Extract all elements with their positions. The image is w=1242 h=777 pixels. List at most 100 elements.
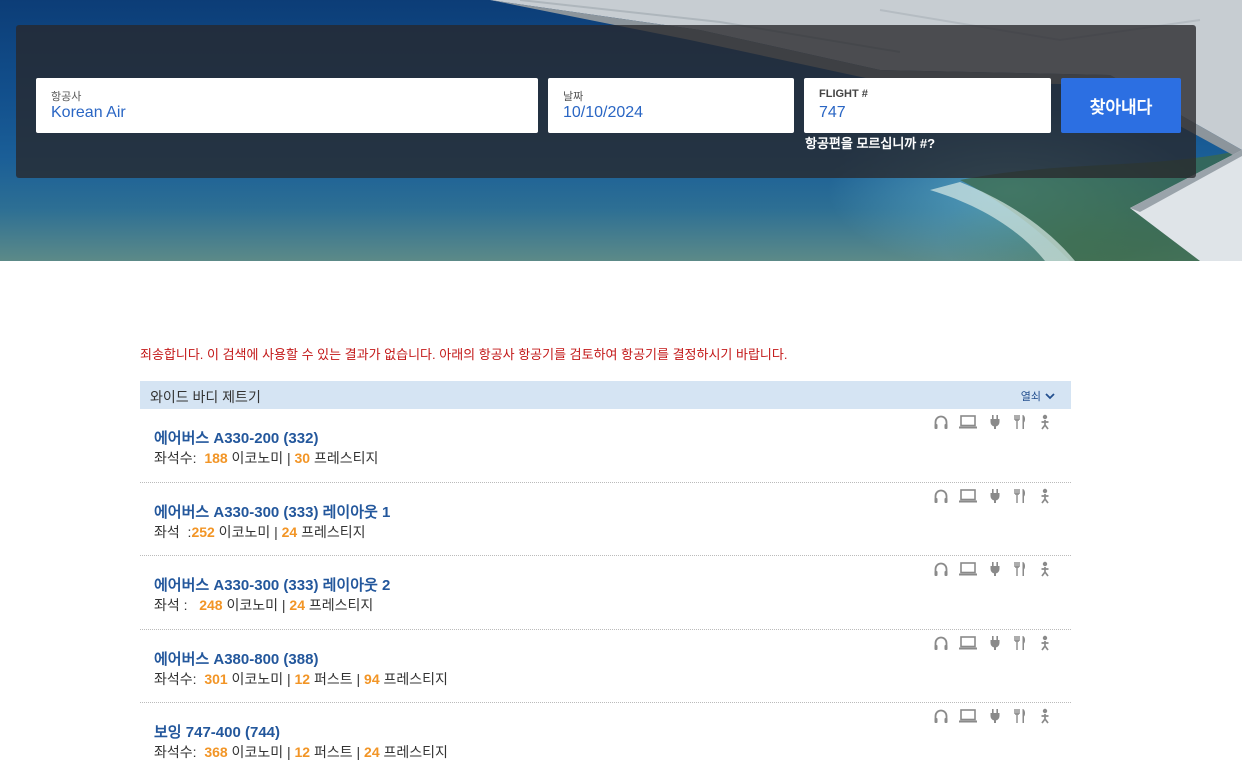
aircraft-list: 에어버스 A330-200 (332) 좌석수: 188 이코노미 | 30 프레…	[140, 409, 1071, 777]
seat-class-label: 이코노미	[227, 670, 284, 687]
seat-summary: 좌석수: 188 이코노미 | 30 프레스티지	[154, 448, 378, 468]
section-toggle[interactable]: 열쇠	[1021, 388, 1055, 404]
flight-number-field[interactable]: FLIGHT # 747	[804, 78, 1051, 133]
seat-count: 248	[199, 597, 223, 613]
seat-separator: |	[270, 523, 282, 540]
seat-class-label: 프레스티지	[305, 597, 374, 613]
section-toggle-label: 열쇠	[1020, 391, 1041, 403]
hero-banner: 항공사 Korean Air 날짜 10/10/2024 FLIGHT # 74…	[0, 0, 1242, 261]
amenity-icons	[933, 561, 1053, 577]
laptop-icon	[958, 414, 978, 430]
seat-class-label: 프레스티지	[379, 670, 448, 687]
fork-knife-icon	[1012, 488, 1028, 504]
seat-class-label: 프레스티지	[297, 523, 366, 540]
seat-count: 94	[364, 670, 380, 687]
fork-knife-icon	[1012, 708, 1028, 724]
seat-separator: |	[283, 450, 295, 466]
aircraft-row: 보잉 747-400 (744) 좌석수: 368 이코노미 | 12 퍼스트 |…	[140, 703, 1071, 777]
amenity-icons	[933, 635, 1053, 651]
airline-label: 항공사	[51, 91, 82, 103]
date-input[interactable]: 10/10/2024	[563, 104, 779, 122]
seat-icon	[1037, 635, 1053, 651]
seat-class-label: 프레스티지	[310, 450, 379, 466]
laptop-icon	[958, 561, 978, 577]
seat-separator: |	[278, 597, 290, 613]
seat-summary-label: 좌석수:	[154, 670, 205, 687]
laptop-icon	[958, 488, 978, 504]
search-button[interactable]: 찾아내다	[1061, 78, 1181, 133]
aircraft-section: 와이드 바디 제트기 열쇠 에어버스 A330-200 (332) 좌석수: 18…	[140, 381, 1071, 777]
seat-icon	[1037, 708, 1053, 724]
seat-summary-label: 좌석 :	[154, 597, 200, 613]
seat-count: 30	[294, 450, 311, 466]
airline-field[interactable]: 항공사 Korean Air	[36, 78, 538, 133]
amenity-icons	[933, 414, 1053, 430]
date-label: 날짜	[563, 91, 584, 103]
no-results-message: 죄송합니다. 이 검색에 사용할 수 있는 결과가 없습니다. 아래의 항공사 …	[140, 347, 788, 362]
seat-count: 301	[204, 670, 228, 687]
aircraft-name-link[interactable]: 에어버스 A330-300 (333) 레이아웃 1	[154, 501, 390, 522]
seat-separator: |	[283, 670, 295, 687]
seat-separator: |	[283, 744, 295, 760]
seat-icon	[1037, 561, 1053, 577]
seat-separator: |	[352, 744, 365, 760]
headphones-icon	[933, 414, 949, 430]
power-plug-icon	[987, 488, 1003, 504]
seat-icon	[1037, 488, 1053, 504]
fork-knife-icon	[1012, 414, 1028, 430]
seat-class-label: 프레스티지	[379, 744, 448, 760]
seat-count: 252	[191, 523, 215, 540]
aircraft-row: 에어버스 A330-300 (333) 레이아웃 2 좌석 : 248 이코노미 …	[140, 556, 1071, 630]
seat-count: 24	[289, 597, 305, 613]
headphones-icon	[933, 708, 949, 724]
flight-number-input[interactable]: 747	[819, 104, 1036, 122]
fork-knife-icon	[1012, 635, 1028, 651]
aircraft-row: 에어버스 A330-200 (332) 좌석수: 188 이코노미 | 30 프레…	[140, 409, 1071, 483]
seat-count: 24	[364, 744, 380, 760]
seat-count: 12	[294, 670, 311, 687]
seat-summary-label: 좌석수:	[154, 744, 205, 760]
aircraft-name-link[interactable]: 에어버스 A330-300 (333) 레이아웃 2	[154, 574, 390, 595]
seat-icon	[1037, 414, 1053, 430]
seat-summary: 좌석수: 301 이코노미 | 12 퍼스트 | 94 프레스티지	[154, 669, 448, 689]
aircraft-name-link[interactable]: 에어버스 A330-200 (332)	[154, 427, 318, 448]
seat-summary: 좌석수: 368 이코노미 | 12 퍼스트 | 24 프레스티지	[154, 742, 448, 762]
power-plug-icon	[987, 635, 1003, 651]
seat-class-label: 이코노미	[222, 597, 278, 613]
seat-count: 12	[294, 744, 311, 760]
aircraft-name-link[interactable]: 보잉 747-400 (744)	[154, 721, 280, 742]
seat-summary: 좌석 : 248 이코노미 | 24 프레스티지	[154, 595, 373, 615]
unknown-flight-link[interactable]: 항공편을 모르십니까 #?	[805, 133, 935, 152]
search-panel: 항공사 Korean Air 날짜 10/10/2024 FLIGHT # 74…	[16, 25, 1196, 178]
chevron-down-icon	[1045, 392, 1055, 399]
seat-separator: |	[352, 670, 365, 687]
seat-class-label: 퍼스트	[310, 670, 353, 687]
seat-class-label: 이코노미	[227, 744, 284, 760]
seat-count: 188	[204, 450, 228, 466]
aircraft-name-link[interactable]: 에어버스 A380-800 (388)	[154, 648, 318, 669]
section-title: 와이드 바디 제트기	[150, 389, 261, 405]
section-header: 와이드 바디 제트기 열쇠	[140, 381, 1071, 409]
power-plug-icon	[987, 708, 1003, 724]
power-plug-icon	[987, 414, 1003, 430]
seat-class-label: 이코노미	[214, 523, 271, 540]
aircraft-row: 에어버스 A380-800 (388) 좌석수: 301 이코노미 | 12 퍼스…	[140, 630, 1071, 703]
aircraft-row: 에어버스 A330-300 (333) 레이아웃 1 좌석 :252 이코노미 |…	[140, 483, 1071, 556]
flight-number-label: FLIGHT #	[819, 88, 868, 100]
seat-class-label: 이코노미	[227, 450, 284, 466]
airline-input[interactable]: Korean Air	[51, 104, 523, 122]
laptop-icon	[958, 708, 978, 724]
headphones-icon	[933, 561, 949, 577]
seat-count: 24	[281, 523, 298, 540]
amenity-icons	[933, 708, 1053, 724]
fork-knife-icon	[1012, 561, 1028, 577]
date-field[interactable]: 날짜 10/10/2024	[548, 78, 794, 133]
amenity-icons	[933, 488, 1053, 504]
seat-class-label: 퍼스트	[310, 744, 353, 760]
power-plug-icon	[987, 561, 1003, 577]
seat-summary-label: 좌석수:	[154, 450, 205, 466]
headphones-icon	[933, 488, 949, 504]
seat-summary: 좌석 :252 이코노미 | 24 프레스티지	[154, 522, 366, 542]
seat-count: 368	[204, 744, 228, 760]
seat-summary-label: 좌석 :	[154, 523, 192, 540]
